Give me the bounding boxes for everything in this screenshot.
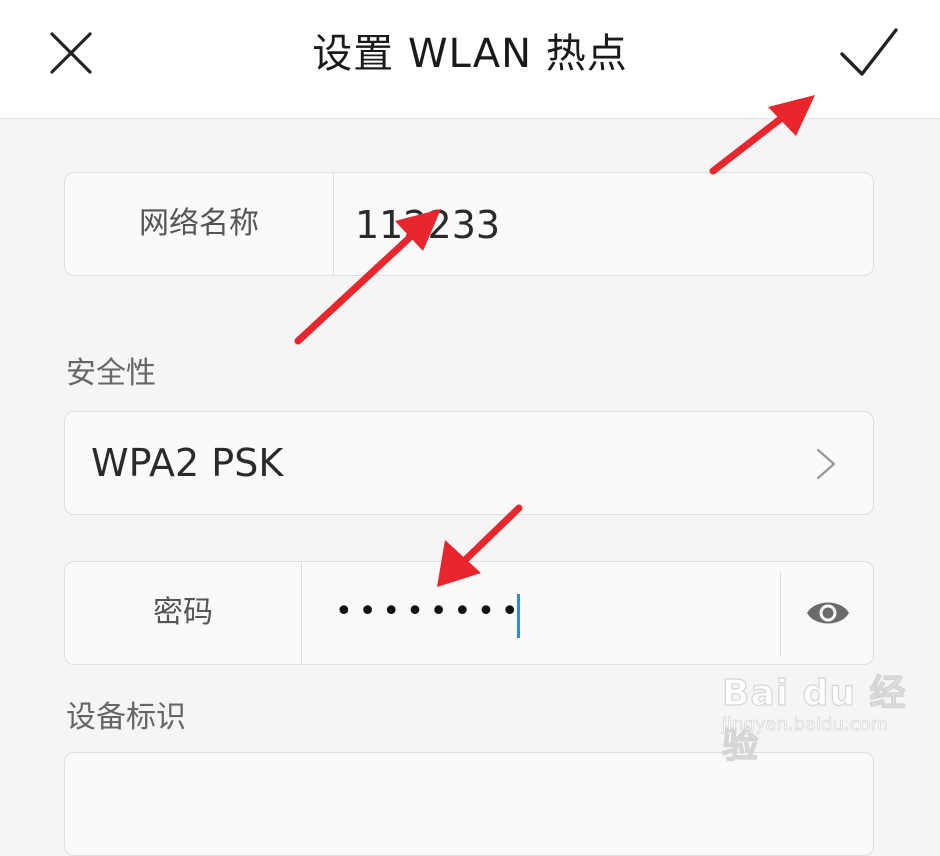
security-selector[interactable]: WPA2 PSK xyxy=(64,411,874,515)
password-label: 密码 xyxy=(153,595,213,630)
device-section-label: 设备标识 xyxy=(66,700,186,735)
text-cursor xyxy=(517,594,520,638)
password-masked-text: •••••••• xyxy=(335,594,525,629)
device-field[interactable] xyxy=(64,752,874,856)
field-divider xyxy=(333,173,334,275)
ssid-field: 网络名称 112233 xyxy=(64,172,874,276)
annotation-arrow xyxy=(709,106,796,175)
page-title: 设置 WLAN 热点 xyxy=(312,31,628,77)
watermark-url: jingyan.baidu.com xyxy=(722,714,889,736)
checkmark-icon xyxy=(840,28,898,76)
password-input[interactable]: •••••••• xyxy=(335,584,755,642)
chevron-right-icon xyxy=(816,448,836,480)
password-field: 密码 •••••••• xyxy=(64,561,874,665)
confirm-button[interactable] xyxy=(832,22,902,82)
field-divider xyxy=(780,572,781,656)
baidu-jingyan-watermark: Bai du 经验 jingyan.baidu.com xyxy=(721,658,922,766)
eye-icon xyxy=(807,602,849,624)
ssid-label: 网络名称 xyxy=(139,206,259,241)
ssid-input[interactable]: 112233 xyxy=(355,197,835,253)
security-section-label: 安全性 xyxy=(66,356,156,391)
field-divider xyxy=(301,562,302,664)
toggle-password-visibility-button[interactable] xyxy=(805,596,851,630)
annotation-arrow xyxy=(458,504,523,567)
app-header: 设置 WLAN 热点 xyxy=(0,0,940,119)
security-value: WPA2 PSK xyxy=(91,441,284,485)
